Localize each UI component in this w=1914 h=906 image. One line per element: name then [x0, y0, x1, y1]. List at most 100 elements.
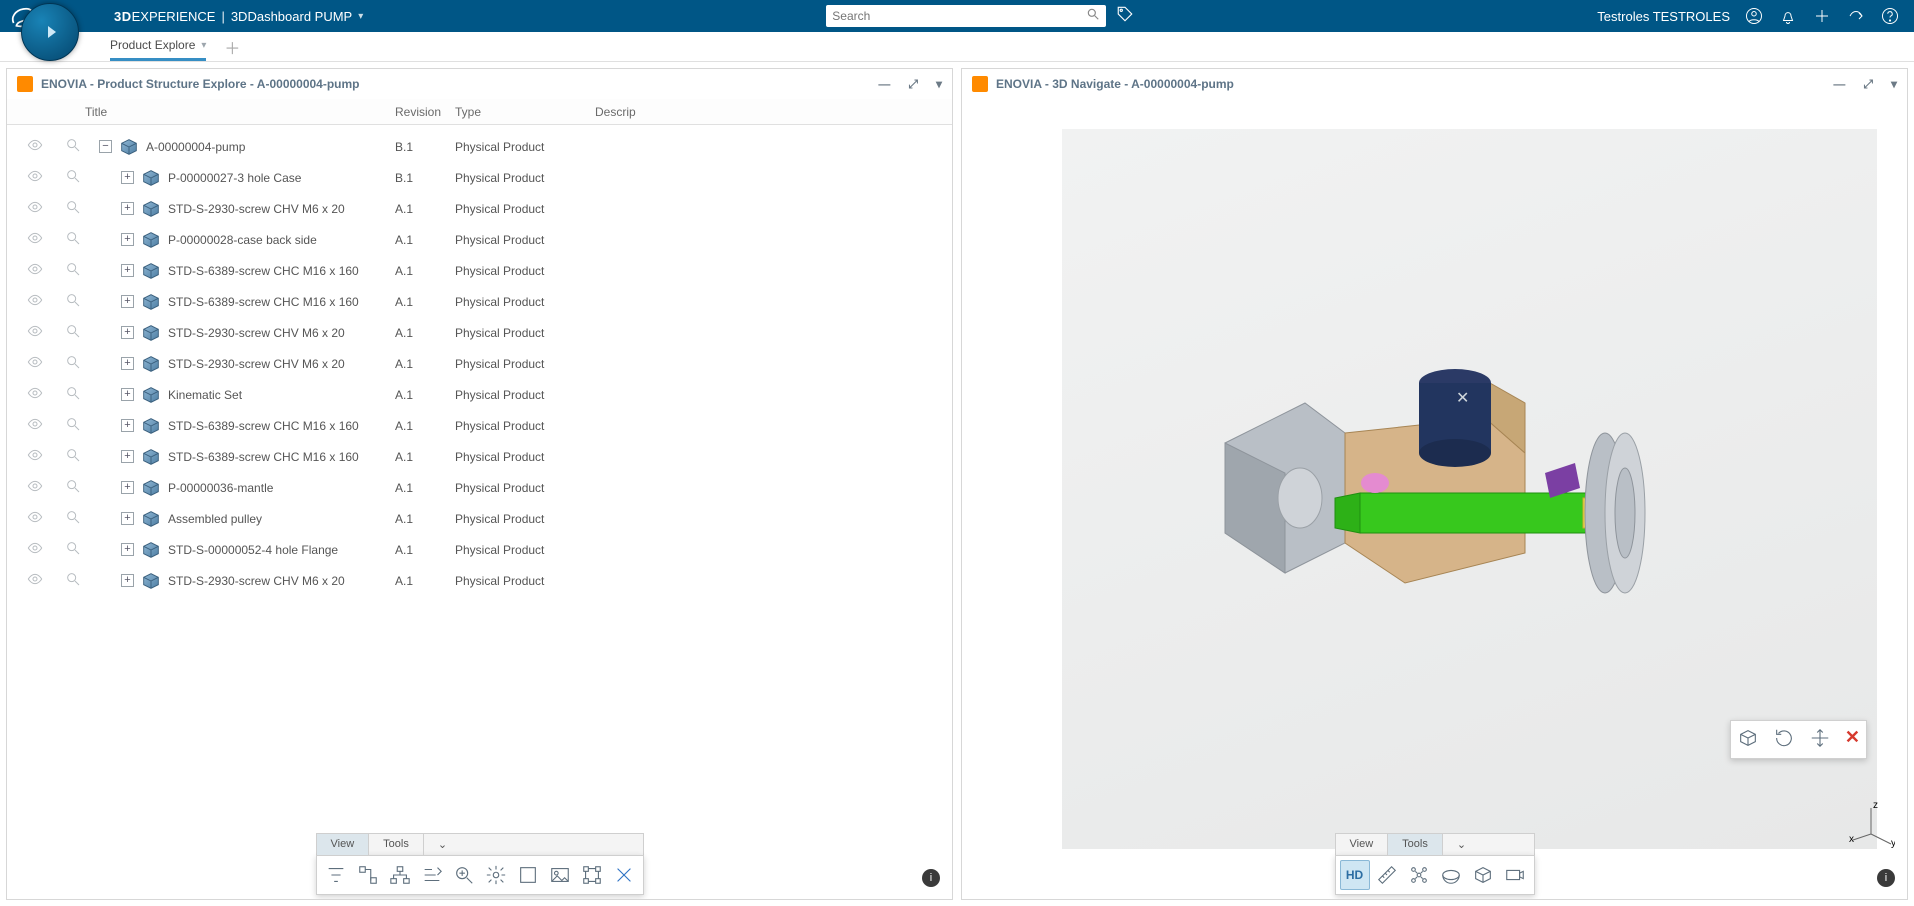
tool-filter[interactable]: [321, 860, 351, 890]
tool-expand-tree[interactable]: [417, 860, 447, 890]
search-row-icon[interactable]: [63, 447, 83, 466]
tool-render-mode[interactable]: [1468, 860, 1498, 890]
search-row-icon[interactable]: [63, 416, 83, 435]
visibility-icon[interactable]: [25, 447, 45, 466]
tool-measure[interactable]: [1372, 860, 1402, 890]
search-row-icon[interactable]: [63, 571, 83, 590]
visibility-icon[interactable]: [25, 385, 45, 404]
info-button[interactable]: i: [922, 869, 940, 887]
tree-row[interactable]: +P-00000027-3 hole CaseB.1Physical Produ…: [7, 162, 952, 193]
tool-cross-highlight[interactable]: [609, 860, 639, 890]
panel-menu-button[interactable]: ▾: [936, 77, 942, 92]
3d-viewport[interactable]: ✕ ✕ z y x: [962, 99, 1907, 899]
chevron-down-icon[interactable]: ▾: [358, 11, 363, 22]
tabs-expand-icon[interactable]: ⌄: [1443, 834, 1480, 855]
search-row-icon[interactable]: [63, 137, 83, 156]
tab-view[interactable]: View: [1336, 834, 1389, 855]
visibility-icon[interactable]: [25, 261, 45, 280]
chevron-down-icon[interactable]: ▾: [201, 40, 206, 51]
tool-section[interactable]: [1436, 860, 1466, 890]
visibility-icon[interactable]: [25, 571, 45, 590]
section-rotate-icon[interactable]: [1773, 727, 1795, 752]
help-icon[interactable]: [1880, 6, 1900, 26]
search-row-icon[interactable]: [63, 540, 83, 559]
tool-image[interactable]: [545, 860, 575, 890]
visibility-icon[interactable]: [25, 230, 45, 249]
compass-icon[interactable]: [0, 0, 100, 64]
tree-row[interactable]: +Kinematic SetA.1Physical Product: [7, 379, 952, 410]
tree-row[interactable]: +STD-S-2930-screw CHV M6 x 20A.1Physical…: [7, 317, 952, 348]
tabs-expand-icon[interactable]: ⌄: [424, 834, 461, 855]
global-search[interactable]: [826, 5, 1106, 27]
expander-button[interactable]: +: [121, 171, 134, 184]
tree-row[interactable]: +P-00000036-mantleA.1Physical Product: [7, 472, 952, 503]
visibility-icon[interactable]: [25, 137, 45, 156]
tool-explode[interactable]: [1404, 860, 1434, 890]
tree-row[interactable]: +STD-S-6389-screw CHC M16 x 160A.1Physic…: [7, 441, 952, 472]
add-tab-button[interactable]: ＋: [224, 35, 240, 59]
expander-button[interactable]: −: [99, 140, 112, 153]
user-icon[interactable]: [1744, 6, 1764, 26]
visibility-icon[interactable]: [25, 416, 45, 435]
visibility-icon[interactable]: [25, 540, 45, 559]
expander-button[interactable]: +: [121, 543, 134, 556]
tool-camera[interactable]: [1500, 860, 1530, 890]
search-row-icon[interactable]: [63, 292, 83, 311]
search-row-icon[interactable]: [63, 230, 83, 249]
tab-product-explore[interactable]: Product Explore ▾: [110, 32, 206, 61]
expander-button[interactable]: +: [121, 388, 134, 401]
tree-row[interactable]: +STD-S-2930-screw CHV M6 x 20A.1Physical…: [7, 193, 952, 224]
plus-icon[interactable]: [1812, 6, 1832, 26]
tool-select[interactable]: [513, 860, 543, 890]
info-button[interactable]: i: [1877, 869, 1895, 887]
search-row-icon[interactable]: [63, 323, 83, 342]
search-row-icon[interactable]: [63, 478, 83, 497]
user-label[interactable]: Testroles TESTROLES: [1597, 9, 1730, 24]
panel-menu-button[interactable]: ▾: [1891, 77, 1897, 92]
visibility-icon[interactable]: [25, 199, 45, 218]
expander-button[interactable]: +: [121, 512, 134, 525]
expander-button[interactable]: +: [121, 419, 134, 432]
expander-button[interactable]: +: [121, 326, 134, 339]
tree-row[interactable]: +STD-S-2930-screw CHV M6 x 20A.1Physical…: [7, 565, 952, 596]
section-move-icon[interactable]: [1809, 727, 1831, 752]
bell-icon[interactable]: [1778, 6, 1798, 26]
tool-tree-view[interactable]: [353, 860, 383, 890]
tab-tools[interactable]: Tools: [369, 834, 424, 855]
share-icon[interactable]: [1846, 6, 1866, 26]
minimize-button[interactable]: —: [878, 77, 890, 92]
tree-row[interactable]: +STD-S-6389-screw CHC M16 x 160A.1Physic…: [7, 410, 952, 441]
visibility-icon[interactable]: [25, 509, 45, 528]
expand-button[interactable]: ⤢: [908, 77, 918, 92]
visibility-icon[interactable]: [25, 292, 45, 311]
tool-structure[interactable]: [577, 860, 607, 890]
visibility-icon[interactable]: [25, 354, 45, 373]
search-row-icon[interactable]: [63, 385, 83, 404]
expander-button[interactable]: +: [121, 450, 134, 463]
expander-button[interactable]: +: [121, 574, 134, 587]
col-title[interactable]: Title: [15, 105, 395, 119]
col-description[interactable]: Descrip: [595, 105, 944, 119]
tree-row[interactable]: +STD-S-00000052-4 hole FlangeA.1Physical…: [7, 534, 952, 565]
section-cube-icon[interactable]: [1737, 727, 1759, 752]
search-row-icon[interactable]: [63, 354, 83, 373]
visibility-icon[interactable]: [25, 478, 45, 497]
search-input[interactable]: [832, 9, 1086, 23]
search-icon[interactable]: [1086, 7, 1100, 24]
col-revision[interactable]: Revision: [395, 105, 455, 119]
tool-hd-mode[interactable]: HD: [1340, 860, 1370, 890]
tag-icon[interactable]: [1116, 5, 1134, 28]
expander-button[interactable]: +: [121, 295, 134, 308]
tree-row[interactable]: +P-00000028-case back sideA.1Physical Pr…: [7, 224, 952, 255]
tree-row[interactable]: +STD-S-6389-screw CHC M16 x 160A.1Physic…: [7, 286, 952, 317]
minimize-button[interactable]: —: [1833, 77, 1845, 92]
expander-button[interactable]: +: [121, 233, 134, 246]
axis-triad[interactable]: z y x: [1847, 800, 1895, 851]
tool-hierarchy[interactable]: [385, 860, 415, 890]
search-row-icon[interactable]: [63, 509, 83, 528]
expander-button[interactable]: +: [121, 357, 134, 370]
dashboard-name[interactable]: 3DDashboard PUMP: [231, 9, 352, 24]
tool-fit[interactable]: [481, 860, 511, 890]
tool-zoom-in[interactable]: [449, 860, 479, 890]
visibility-icon[interactable]: [25, 168, 45, 187]
